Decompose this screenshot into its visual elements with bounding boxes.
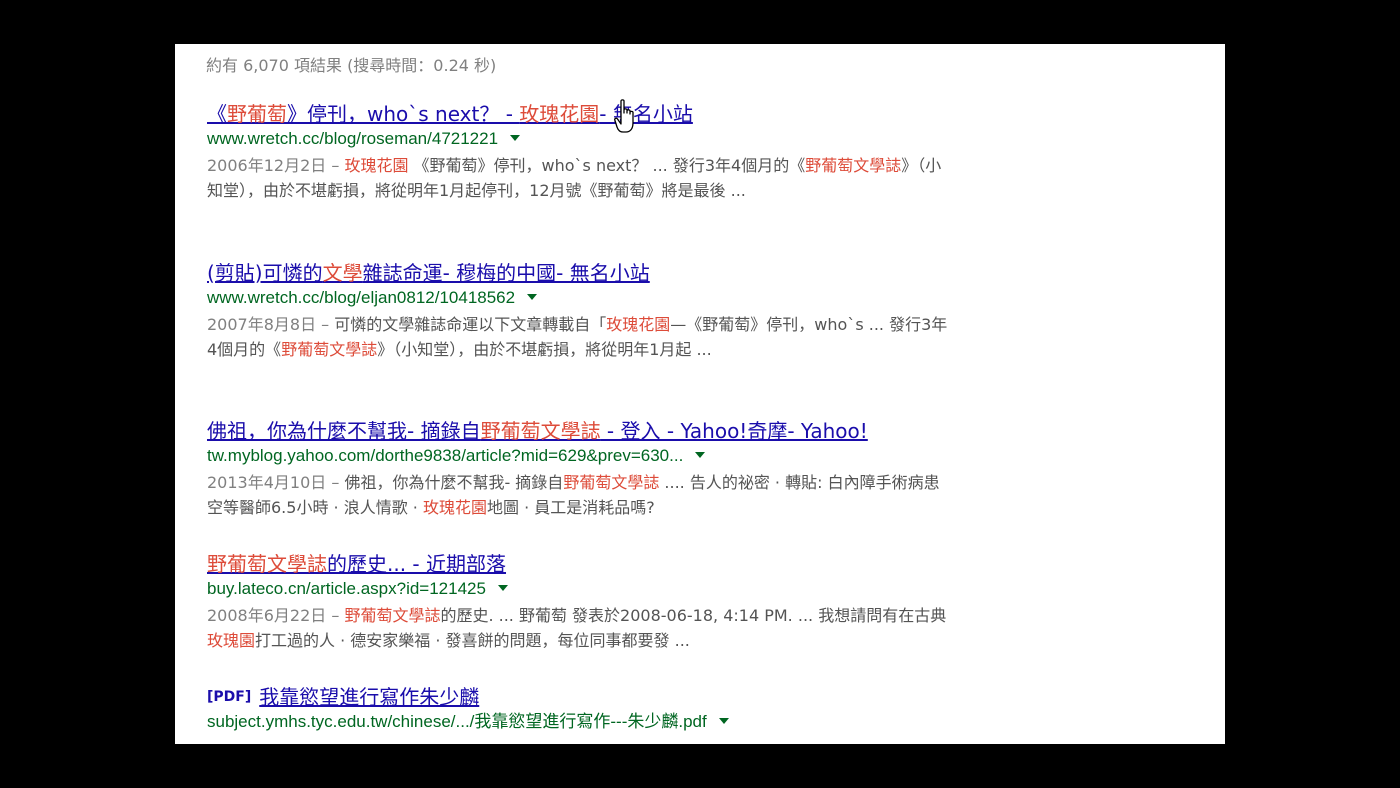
keyword-highlight: 野葡萄文學誌 bbox=[563, 473, 660, 492]
result-date: 2006年12月2日 – bbox=[207, 156, 345, 175]
keyword-highlight: 玫瑰花園 bbox=[344, 156, 409, 175]
result-title-link[interactable]: 我靠慾望進行寫作朱少麟 bbox=[259, 684, 479, 710]
text-segment: - 登入 - Yahoo!奇摩- Yahoo! bbox=[600, 419, 868, 443]
text-segment: 可憐的文學雜誌命運以下文章轉載自「 bbox=[334, 315, 607, 334]
result-url: tw.myblog.yahoo.com/dorthe9838/article?m… bbox=[207, 444, 952, 468]
search-result: [PDF] 我靠慾望進行寫作朱少麟 subject.ymhs.tyc.edu.tw… bbox=[207, 684, 952, 734]
dropdown-arrow-icon[interactable] bbox=[510, 135, 521, 141]
text-segment: 佛祖，你為什麼不幫我- 摘錄自 bbox=[207, 419, 481, 443]
text-segment: 《 bbox=[207, 102, 227, 126]
result-date: 2008年6月22日 – bbox=[207, 606, 345, 625]
text-segment: 地圖 · 員工是消耗品嗎? bbox=[486, 498, 655, 517]
keyword-highlight: 玫瑰花園 bbox=[606, 315, 671, 334]
result-date: 2013年4月10日 – bbox=[207, 473, 345, 492]
result-url-text[interactable]: subject.ymhs.tyc.edu.tw/chinese/.../我靠慾望… bbox=[207, 712, 707, 731]
result-title-link[interactable]: 佛祖，你為什麼不幫我- 摘錄自野葡萄文學誌 - 登入 - Yahoo!奇摩- Y… bbox=[207, 418, 868, 444]
search-result: 《野葡萄》停刊，who`s next？ - 玫瑰花園- 無名小站 www.wre… bbox=[207, 101, 952, 203]
result-title-link[interactable]: 野葡萄文學誌的歷史... - 近期部落 bbox=[207, 551, 506, 577]
result-snippet: 2006年12月2日 – 玫瑰花園 《野葡萄》停刊，who`s next？ ..… bbox=[207, 153, 952, 203]
keyword-highlight: 玫瑰園 bbox=[207, 631, 256, 650]
result-date: 2007年8月8日 – bbox=[207, 315, 335, 334]
result-url-text[interactable]: buy.lateco.cn/article.aspx?id=121425 bbox=[207, 579, 486, 598]
text-segment: 我靠慾望進行寫作朱少麟 bbox=[259, 685, 480, 709]
result-title-link[interactable]: (剪貼)可憐的文學雜誌命運- 穆梅的中國- 無名小站 bbox=[207, 260, 650, 286]
result-url-text[interactable]: www.wretch.cc/blog/eljan0812/10418562 bbox=[207, 288, 515, 307]
result-url: www.wretch.cc/blog/roseman/4721221 bbox=[207, 127, 952, 151]
keyword-highlight: 玫瑰花園 bbox=[422, 498, 487, 517]
keyword-highlight: 野葡萄文學誌 bbox=[281, 340, 378, 359]
text-segment: 的歷史. ... 野葡萄 發表於2008-06-18, 4:14 PM. ...… bbox=[440, 606, 947, 625]
dropdown-arrow-icon[interactable] bbox=[527, 294, 538, 300]
text-segment: 》停刊，who`s next？ - bbox=[287, 102, 520, 126]
text-segment: 打工過的人 · 德安家樂福 · 發喜餅的問題，每位同事都要發 ... bbox=[255, 631, 690, 650]
dropdown-arrow-icon[interactable] bbox=[695, 452, 706, 458]
result-snippet: 2008年6月22日 – 野葡萄文學誌的歷史. ... 野葡萄 發表於2008-… bbox=[207, 603, 952, 653]
text-segment: 的歷史... - 近期部落 bbox=[327, 552, 507, 576]
search-result: 佛祖，你為什麼不幫我- 摘錄自野葡萄文學誌 - 登入 - Yahoo!奇摩- Y… bbox=[207, 418, 952, 520]
result-url: subject.ymhs.tyc.edu.tw/chinese/.../我靠慾望… bbox=[207, 710, 952, 734]
result-snippet: 2013年4月10日 – 佛祖，你為什麼不幫我- 摘錄自野葡萄文學誌 .... … bbox=[207, 470, 952, 520]
text-segment: 佛祖，你為什麼不幫我- 摘錄自 bbox=[344, 473, 564, 492]
result-stats: 約有 6,070 項結果 (搜尋時間：0.24 秒) bbox=[206, 56, 497, 75]
text-segment: 》（小知堂），由於不堪虧損，將從明年1月起 ... bbox=[377, 340, 712, 359]
pdf-tag: [PDF] bbox=[207, 689, 252, 705]
keyword-highlight: 野葡萄文學誌 bbox=[480, 419, 601, 443]
text-segment: 《野葡萄》停刊，who`s next？ ... 發行3年4個月的《 bbox=[408, 156, 806, 175]
keyword-highlight: 野葡萄文學誌 bbox=[207, 552, 327, 576]
text-segment: (剪貼)可憐的 bbox=[207, 261, 323, 285]
result-url-text[interactable]: www.wretch.cc/blog/roseman/4721221 bbox=[207, 129, 498, 148]
hand-pointer-icon bbox=[614, 99, 634, 133]
keyword-highlight: 野葡萄文學誌 bbox=[805, 156, 902, 175]
search-result: 野葡萄文學誌的歷史... - 近期部落 buy.lateco.cn/articl… bbox=[207, 551, 952, 653]
dropdown-arrow-icon[interactable] bbox=[718, 718, 729, 724]
keyword-highlight: 野葡萄文學誌 bbox=[344, 606, 441, 625]
keyword-highlight: 野葡萄 bbox=[227, 102, 287, 126]
dropdown-arrow-icon[interactable] bbox=[497, 585, 508, 591]
result-url: www.wretch.cc/blog/eljan0812/10418562 bbox=[207, 286, 952, 310]
result-snippet: 2007年8月8日 – 可憐的文學雜誌命運以下文章轉載自「玫瑰花園—《野葡萄》停… bbox=[207, 312, 952, 362]
keyword-highlight: 文學 bbox=[322, 261, 363, 285]
keyword-highlight: 玫瑰花園 bbox=[519, 102, 600, 126]
text-segment: 雜誌命運- 穆梅的中國- 無名小站 bbox=[362, 261, 650, 285]
result-url: buy.lateco.cn/article.aspx?id=121425 bbox=[207, 577, 952, 601]
browser-viewport: 約有 6,070 項結果 (搜尋時間：0.24 秒) 《野葡萄》停刊，who`s… bbox=[175, 44, 1225, 744]
search-result: (剪貼)可憐的文學雜誌命運- 穆梅的中國- 無名小站 www.wretch.cc… bbox=[207, 260, 952, 362]
result-url-text[interactable]: tw.myblog.yahoo.com/dorthe9838/article?m… bbox=[207, 446, 683, 465]
